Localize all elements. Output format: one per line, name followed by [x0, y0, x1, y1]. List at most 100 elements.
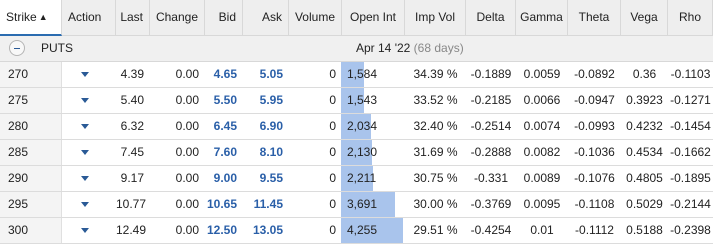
action-cell[interactable] — [62, 166, 116, 191]
column-header-volume[interactable]: Volume — [289, 0, 342, 35]
theta-cell: -0.1036 — [574, 145, 615, 159]
table-row[interactable]: 290 9.17 0.00 9.00 9.55 0 2,211 30.75 % -0.331 0.… — [0, 166, 713, 192]
change-cell: 0.00 — [175, 223, 199, 237]
ask-cell[interactable]: 6.90 — [243, 114, 289, 139]
gamma-cell: 0.0059 — [523, 67, 561, 81]
gamma-cell: 0.0082 — [523, 145, 561, 159]
theta-cell: -0.1076 — [574, 171, 615, 185]
ask-cell[interactable]: 9.55 — [243, 166, 289, 191]
imp-vol-cell: 32.40 % — [413, 119, 458, 133]
delta-cell: -0.4254 — [470, 223, 512, 237]
change-cell: 0.00 — [175, 93, 199, 107]
column-header-action[interactable]: Action — [62, 0, 116, 35]
sort-ascending-icon: ▲ — [38, 12, 48, 22]
volume-cell: 0 — [329, 223, 336, 237]
bid-cell[interactable]: 9.00 — [205, 166, 243, 191]
action-dropdown-icon[interactable] — [81, 72, 89, 78]
open-int-cell: 4,255 — [347, 223, 378, 237]
strike-cell: 275 — [0, 88, 62, 113]
strike-cell: 270 — [0, 62, 62, 87]
column-header-bid[interactable]: Bid — [205, 0, 243, 35]
column-header-ask[interactable]: Ask — [243, 0, 289, 35]
change-cell: 0.00 — [175, 119, 199, 133]
delta-cell: -0.2888 — [470, 145, 512, 159]
vega-cell: 0.5029 — [626, 197, 663, 211]
open-int-cell: 2,211 — [347, 171, 377, 185]
change-cell: 0.00 — [175, 67, 199, 81]
action-cell[interactable] — [62, 62, 116, 87]
action-dropdown-icon[interactable] — [81, 124, 89, 130]
action-cell[interactable] — [62, 140, 116, 165]
action-dropdown-icon[interactable] — [81, 150, 89, 156]
last-cell: 6.32 — [120, 119, 144, 133]
bid-cell[interactable]: 5.50 — [205, 88, 243, 113]
action-dropdown-icon[interactable] — [81, 98, 89, 104]
gamma-cell: 0.0089 — [523, 171, 561, 185]
column-header-rho[interactable]: Rho — [668, 0, 713, 35]
column-header-vega[interactable]: Vega — [621, 0, 668, 35]
ask-cell[interactable]: 13.05 — [243, 218, 289, 243]
option-chain-table: Strike ▲ Action Last Change Bid Ask Volume Open … — [0, 0, 713, 244]
table-row[interactable]: 275 5.40 0.00 5.50 5.95 0 1,543 33.52 % -0.2185 0… — [0, 88, 713, 114]
imp-vol-cell: 33.52 % — [413, 93, 458, 107]
ask-cell[interactable]: 5.95 — [243, 88, 289, 113]
bid-cell[interactable]: 6.45 — [205, 114, 243, 139]
ask-cell[interactable]: 11.45 — [243, 192, 289, 217]
bid-cell[interactable]: 4.65 — [205, 62, 243, 87]
gamma-cell: 0.0095 — [523, 197, 561, 211]
change-cell: 0.00 — [175, 171, 199, 185]
vega-cell: 0.3923 — [626, 93, 663, 107]
action-cell[interactable] — [62, 88, 116, 113]
column-header-label: Action — [68, 10, 102, 24]
column-header-label: Imp Vol — [414, 10, 456, 24]
column-header-change[interactable]: Change — [150, 0, 205, 35]
gamma-cell: 0.0066 — [523, 93, 561, 107]
volume-cell: 0 — [329, 119, 336, 133]
column-header-label: Delta — [476, 10, 505, 24]
delta-cell: -0.1889 — [470, 67, 512, 81]
volume-cell: 0 — [329, 171, 336, 185]
column-header-label: Rho — [678, 10, 701, 24]
vega-cell: 0.4232 — [626, 119, 663, 133]
volume-cell: 0 — [329, 93, 336, 107]
column-header-label: Last — [120, 10, 143, 24]
table-row[interactable]: 270 4.39 0.00 4.65 5.05 0 1,584 34.39 % -0.1889 0… — [0, 62, 713, 88]
puts-group-row[interactable]: PUTS Apr 14 '22 (68 days) — [0, 36, 713, 62]
column-header-label: Vega — [630, 10, 658, 24]
action-cell[interactable] — [62, 192, 116, 217]
theta-cell: -0.1112 — [575, 223, 614, 237]
action-cell[interactable] — [62, 218, 116, 243]
action-dropdown-icon[interactable] — [81, 202, 89, 208]
imp-vol-cell: 29.51 % — [413, 223, 458, 237]
ask-cell[interactable]: 5.05 — [243, 62, 289, 87]
strike-cell: 280 — [0, 114, 62, 139]
imp-vol-cell: 31.69 % — [413, 145, 458, 159]
gamma-cell: 0.01 — [530, 223, 554, 237]
expiry-date: Apr 14 '22 — [356, 41, 411, 55]
collapse-icon[interactable] — [9, 40, 25, 56]
action-cell[interactable] — [62, 114, 116, 139]
last-cell: 7.45 — [120, 145, 144, 159]
column-header-gamma[interactable]: Gamma — [516, 0, 568, 35]
ask-cell[interactable]: 8.10 — [243, 140, 289, 165]
column-header-delta[interactable]: Delta — [466, 0, 516, 35]
bid-cell[interactable]: 7.60 — [205, 140, 243, 165]
last-cell: 10.77 — [116, 197, 147, 211]
bid-cell[interactable]: 10.65 — [205, 192, 243, 217]
column-header-theta[interactable]: Theta — [568, 0, 621, 35]
table-row[interactable]: 295 10.77 0.00 10.65 11.45 0 3,691 30.00 % -0.37… — [0, 192, 713, 218]
imp-vol-cell: 34.39 % — [413, 67, 458, 81]
table-row[interactable]: 285 7.45 0.00 7.60 8.10 0 2,130 31.69 % -0.2888 0… — [0, 140, 713, 166]
delta-cell: -0.3769 — [470, 197, 512, 211]
column-header-imp-vol[interactable]: Imp Vol — [405, 0, 466, 35]
vega-cell: 0.36 — [632, 67, 657, 81]
column-header-strike[interactable]: Strike ▲ — [0, 0, 62, 36]
volume-cell: 0 — [329, 197, 336, 211]
action-dropdown-icon[interactable] — [81, 228, 89, 234]
bid-cell[interactable]: 12.50 — [205, 218, 243, 243]
table-row[interactable]: 280 6.32 0.00 6.45 6.90 0 2,034 32.40 % -0.2514 0… — [0, 114, 713, 140]
column-header-open-int[interactable]: Open Int — [342, 0, 405, 35]
column-header-last[interactable]: Last — [116, 0, 150, 35]
action-dropdown-icon[interactable] — [81, 176, 89, 182]
table-row[interactable]: 300 12.49 0.00 12.50 13.05 0 4,255 29.51 % -0.42… — [0, 218, 713, 244]
